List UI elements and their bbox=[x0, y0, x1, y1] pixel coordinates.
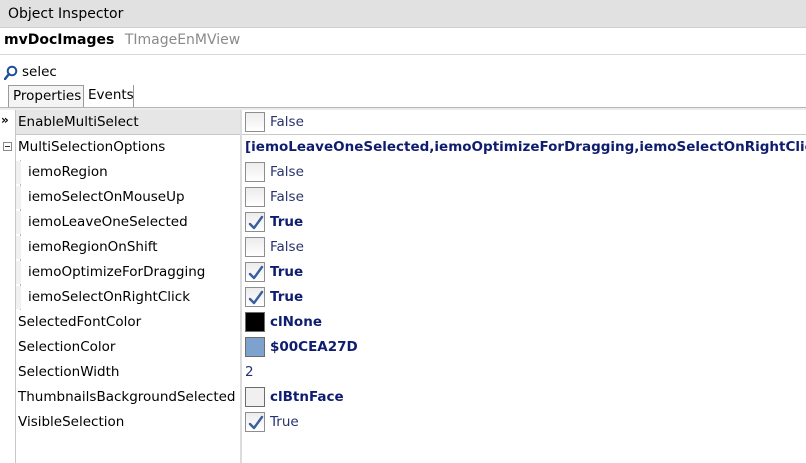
child-indent bbox=[16, 161, 21, 184]
object-name: mvDocImages bbox=[4, 32, 115, 48]
property-value[interactable]: clNone bbox=[245, 310, 805, 335]
checkbox-checked-icon[interactable] bbox=[245, 262, 265, 282]
property-row-iemoleaveoneselected[interactable]: iemoLeaveOneSelected True bbox=[0, 210, 806, 235]
checkbox-checked-icon[interactable] bbox=[245, 212, 265, 232]
tab-events[interactable]: Events bbox=[84, 85, 134, 107]
property-value-text: True bbox=[270, 264, 304, 280]
checkbox-unchecked-icon[interactable] bbox=[245, 187, 265, 207]
property-value-text: $00CEA27D bbox=[270, 339, 358, 355]
window-title: Object Inspector bbox=[8, 6, 124, 22]
property-row-iemooptimizefordragging[interactable]: iemoOptimizeForDragging True bbox=[0, 260, 806, 285]
selected-row-marker: » bbox=[1, 113, 9, 127]
property-value[interactable]: $00CEA27D bbox=[245, 335, 805, 360]
tab-properties[interactable]: Properties bbox=[8, 85, 84, 107]
property-value-text: 2 bbox=[245, 364, 254, 380]
child-indent bbox=[16, 211, 21, 234]
object-class: TImageEnMView bbox=[124, 32, 241, 48]
property-row-selectioncolor[interactable]: SelectionColor $00CEA27D bbox=[0, 335, 806, 360]
property-row-iemoselectonmouseup[interactable]: iemoSelectOnMouseUp False bbox=[0, 185, 806, 210]
property-value-text: False bbox=[270, 189, 304, 205]
property-value[interactable]: True bbox=[245, 210, 805, 235]
property-name: iemoOptimizeForDragging bbox=[28, 264, 206, 280]
search-input[interactable] bbox=[22, 62, 782, 82]
property-name: SelectedFontColor bbox=[18, 314, 142, 330]
checkbox-checked-icon[interactable] bbox=[245, 287, 265, 307]
property-name: iemoSelectOnMouseUp bbox=[28, 189, 185, 205]
property-value[interactable]: [iemoLeaveOneSelected,iemoOptimizeForDra… bbox=[245, 135, 806, 160]
property-row-enablemultiselect[interactable]: » EnableMultiSelect False bbox=[0, 110, 806, 135]
child-indent bbox=[16, 186, 21, 209]
property-row-iemoregion[interactable]: iemoRegion False bbox=[0, 160, 806, 185]
search-icon bbox=[3, 65, 18, 81]
property-name: iemoRegionOnShift bbox=[28, 239, 158, 255]
property-value-text: True bbox=[270, 214, 304, 230]
property-value-text: [iemoLeaveOneSelected,iemoOptimizeForDra… bbox=[245, 139, 806, 155]
color-swatch[interactable] bbox=[245, 337, 265, 357]
checkbox-unchecked-icon[interactable] bbox=[245, 162, 265, 182]
checkbox-unchecked-icon[interactable] bbox=[245, 237, 265, 257]
property-name: iemoLeaveOneSelected bbox=[28, 214, 188, 230]
property-grid: » EnableMultiSelect False MultiSelection… bbox=[0, 110, 806, 463]
property-value-text: clNone bbox=[270, 314, 322, 330]
property-row-iemoselectonrightclick[interactable]: iemoSelectOnRightClick True bbox=[0, 285, 806, 310]
checkbox-checked-icon[interactable] bbox=[245, 412, 265, 432]
property-value-text: False bbox=[270, 114, 304, 130]
property-name: ThumbnailsBackgroundSelected bbox=[18, 389, 236, 405]
property-row-thumbnailsbackgroundselected[interactable]: ThumbnailsBackgroundSelected clBtnFace bbox=[0, 385, 806, 410]
property-name: SelectionColor bbox=[18, 339, 116, 355]
tab-events-label: Events bbox=[88, 87, 134, 103]
property-row-selectionwidth[interactable]: SelectionWidth 2 bbox=[0, 360, 806, 385]
property-value[interactable]: True bbox=[245, 285, 805, 310]
property-value[interactable]: True bbox=[245, 260, 805, 285]
property-value-text: clBtnFace bbox=[270, 389, 344, 405]
search-bar bbox=[0, 60, 806, 84]
object-selector[interactable]: mvDocImages TImageEnMView bbox=[0, 28, 806, 55]
color-swatch[interactable] bbox=[245, 387, 265, 407]
collapse-icon[interactable] bbox=[3, 142, 12, 151]
property-row-multiselectionoptions[interactable]: MultiSelectionOptions [iemoLeaveOneSelec… bbox=[0, 135, 806, 160]
property-value[interactable]: 2 bbox=[245, 360, 805, 385]
property-value-text: False bbox=[270, 239, 304, 255]
property-value-text: False bbox=[270, 164, 304, 180]
property-name: VisibleSelection bbox=[18, 414, 125, 430]
property-value[interactable]: False bbox=[245, 185, 805, 210]
property-value[interactable]: clBtnFace bbox=[245, 385, 805, 410]
child-indent bbox=[16, 236, 21, 259]
property-value[interactable]: False bbox=[245, 160, 805, 185]
property-row-selectedfontcolor[interactable]: SelectedFontColor clNone bbox=[0, 310, 806, 335]
tab-properties-label: Properties bbox=[13, 88, 82, 104]
property-name: SelectionWidth bbox=[18, 364, 120, 380]
property-row-iemoregiononshift[interactable]: iemoRegionOnShift False bbox=[0, 235, 806, 260]
property-row-visibleselection[interactable]: VisibleSelection True bbox=[0, 410, 806, 435]
property-name: iemoSelectOnRightClick bbox=[28, 289, 191, 305]
property-name: iemoRegion bbox=[28, 164, 108, 180]
property-name: MultiSelectionOptions bbox=[18, 139, 166, 155]
color-swatch[interactable] bbox=[245, 312, 265, 332]
child-indent bbox=[16, 286, 21, 309]
property-value[interactable]: False bbox=[245, 110, 805, 135]
property-value[interactable]: False bbox=[245, 235, 805, 260]
property-value-text: True bbox=[270, 289, 304, 305]
property-value[interactable]: True bbox=[245, 410, 805, 435]
checkbox-unchecked-icon[interactable] bbox=[245, 112, 265, 132]
property-name: EnableMultiSelect bbox=[18, 114, 139, 130]
title-bar: Object Inspector bbox=[0, 0, 806, 28]
property-value-text: True bbox=[270, 414, 299, 430]
child-indent bbox=[16, 261, 21, 284]
